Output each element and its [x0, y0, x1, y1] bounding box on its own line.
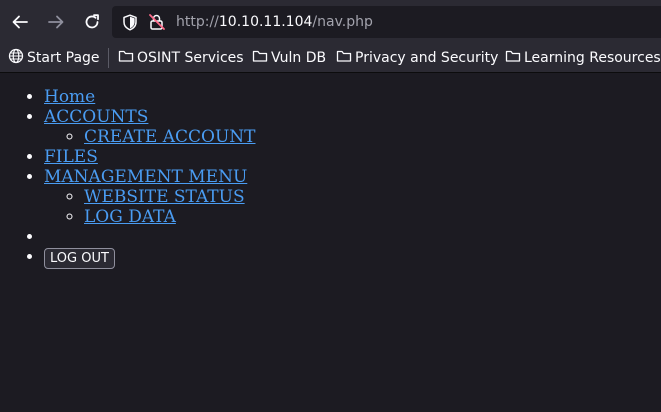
folder-icon	[505, 48, 524, 68]
bookmarks-toolbar: Start Page OSINT Services Vuln DB Privac…	[0, 44, 661, 73]
bookmark-separator	[108, 48, 109, 68]
nav-item-website-status: WEBSITE STATUS	[84, 187, 661, 207]
bookmark-label: Start Page	[27, 50, 100, 66]
bookmark-start-page[interactable]: Start Page	[8, 47, 100, 69]
bookmark-folder-learning-resources[interactable]: Learning Resources	[505, 47, 661, 69]
url-path: /nav.php	[312, 14, 373, 30]
nav-item-log-data: LOG DATA	[84, 207, 661, 227]
back-button[interactable]	[6, 8, 34, 36]
reload-icon	[83, 13, 101, 31]
shield-icon[interactable]	[122, 14, 138, 35]
nav-menu: Home ACCOUNTS CREATE ACCOUNT FILES MANAG…	[0, 73, 661, 269]
folder-icon	[336, 48, 355, 68]
management-menu-link[interactable]: MANAGEMENT MENU	[44, 167, 247, 187]
bookmark-label: Privacy and Security	[355, 50, 499, 66]
page-content: Home ACCOUNTS CREATE ACCOUNT FILES MANAG…	[0, 73, 661, 412]
bookmark-folder-vuln-db[interactable]: Vuln DB	[252, 47, 326, 69]
bookmark-label: OSINT Services	[137, 50, 244, 66]
nav-item-empty: ​	[44, 227, 661, 246]
nav-item-create-account: CREATE ACCOUNT	[84, 127, 661, 147]
forward-button[interactable]	[42, 8, 70, 36]
insecure-lock-icon[interactable]	[148, 13, 166, 35]
reload-button[interactable]	[78, 8, 106, 36]
globe-icon	[8, 48, 27, 68]
create-account-link[interactable]: CREATE ACCOUNT	[84, 127, 256, 147]
nav-item-files: FILES	[44, 147, 661, 167]
url-text: http://10.10.11.104/nav.php	[176, 13, 373, 31]
accounts-link[interactable]: ACCOUNTS	[44, 107, 148, 127]
bookmark-folder-osint-services[interactable]: OSINT Services	[118, 47, 244, 69]
bookmark-folder-privacy-and-security[interactable]: Privacy and Security	[336, 47, 498, 69]
files-link[interactable]: FILES	[44, 147, 98, 167]
logout-button[interactable]: LOG OUT	[44, 248, 115, 269]
url-host: 10.10.11.104	[218, 14, 313, 30]
log-data-link[interactable]: LOG DATA	[84, 207, 176, 227]
arrow-left-icon	[11, 13, 29, 31]
folder-icon	[252, 48, 271, 68]
management-submenu: WEBSITE STATUS LOG DATA	[44, 187, 661, 227]
website-status-link[interactable]: WEBSITE STATUS	[84, 187, 245, 207]
url-scheme: http://	[176, 14, 219, 30]
nav-item-logout: LOG OUT	[44, 246, 661, 269]
folder-icon	[118, 48, 137, 68]
address-bar[interactable]: http://10.10.11.104/nav.php	[112, 6, 661, 38]
bookmark-label: Learning Resources	[524, 50, 661, 66]
bookmark-label: Vuln DB	[271, 50, 327, 66]
arrow-right-icon	[47, 13, 65, 31]
nav-item-management-menu: MANAGEMENT MENU WEBSITE STATUS LOG DATA	[44, 167, 661, 227]
nav-item-home: Home	[44, 87, 661, 107]
accounts-submenu: CREATE ACCOUNT	[44, 127, 661, 147]
browser-toolbar: http://10.10.11.104/nav.php	[0, 0, 661, 44]
home-link[interactable]: Home	[44, 87, 95, 107]
nav-item-accounts: ACCOUNTS CREATE ACCOUNT	[44, 107, 661, 147]
